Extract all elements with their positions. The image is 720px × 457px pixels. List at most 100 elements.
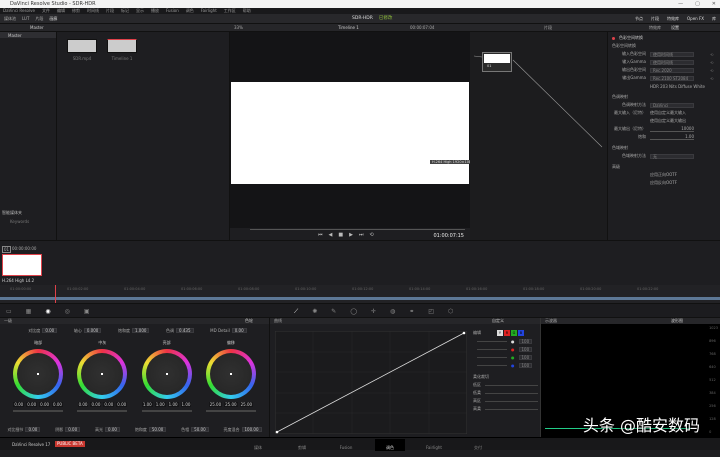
soft-clip-slider[interactable] (485, 400, 538, 402)
wheel-value[interactable]: 0.00 (77, 402, 89, 407)
wheel-value[interactable]: 25.00 (239, 402, 254, 407)
clips-button[interactable]: 片段 (35, 16, 43, 22)
wheel-value[interactable]: 25.00 (224, 402, 238, 407)
channel-y-button[interactable]: Y (497, 330, 503, 336)
gamut-mapping-select[interactable]: 无 (650, 153, 694, 159)
wheel-value[interactable]: 0.00 (13, 402, 25, 407)
control-value[interactable]: 0.00 (105, 427, 120, 432)
intensity-value[interactable]: 100 (518, 362, 533, 368)
enable-dot-icon[interactable] (612, 36, 615, 40)
curve-graph[interactable] (275, 331, 467, 434)
open-fx-button[interactable]: Open FX (687, 16, 704, 22)
page-tab[interactable]: 调色 (375, 439, 405, 451)
color-wheels-icon[interactable]: ◉ (45, 308, 50, 315)
wheel-value[interactable]: 0.00 (26, 402, 38, 407)
wheel-value[interactable]: 0.00 (52, 402, 63, 407)
soft-clip-slider[interactable] (485, 408, 538, 410)
window-icon[interactable]: ◯ (350, 308, 357, 316)
color-wheel[interactable] (141, 349, 192, 399)
sizing-icon[interactable]: ◰ (428, 308, 434, 316)
scope-mode-select[interactable]: 波形图 (671, 318, 683, 324)
intensity-value[interactable]: 100 (518, 346, 533, 352)
minimize-button[interactable]: — (678, 0, 683, 8)
blur-icon[interactable]: ◍ (390, 308, 395, 316)
camera-raw-icon[interactable]: ▭ (6, 308, 12, 315)
clip-button[interactable]: 片段 (651, 16, 659, 22)
page-tab[interactable]: Fusion (331, 439, 361, 451)
control-value[interactable]: 0.000 (83, 328, 102, 333)
curves-mode-select[interactable]: 自定义 (492, 318, 504, 324)
wheel-value[interactable]: 0.00 (90, 402, 102, 407)
loop-icon[interactable]: ⟲ (369, 232, 373, 238)
mini-timeline[interactable]: 01:00:00:00 01:00:02:00 01:00:04:00 01:00:0… (0, 285, 720, 303)
setting-value[interactable]: 使用自定义最大输出 (650, 118, 694, 124)
intensity-value[interactable]: 100 (518, 354, 533, 360)
wheel-value[interactable]: 0.00 (116, 402, 128, 407)
timeline-clip[interactable]: Timeline 1 (107, 39, 137, 61)
reset-icon[interactable]: ⟲ (710, 68, 713, 73)
bin-master[interactable]: Master (0, 32, 56, 38)
channel-r-button[interactable]: R (504, 330, 510, 336)
control-value[interactable]: 50.00 (191, 427, 209, 432)
color-wheel[interactable] (205, 349, 256, 399)
color-node[interactable]: 01 (482, 52, 512, 72)
setting-value[interactable]: 1.00 (650, 134, 694, 140)
node-mode[interactable]: 片段 (544, 24, 552, 32)
page-tab[interactable]: 交付 (463, 439, 493, 451)
page-tab[interactable]: Fairlight (419, 439, 449, 451)
motion-effects-icon[interactable]: ▣ (84, 308, 90, 315)
reset-icon[interactable]: ⟲ (710, 76, 713, 81)
reset-icon[interactable]: ⟲ (710, 52, 713, 57)
page-tab[interactable]: 媒体 (243, 439, 273, 451)
wheel-value[interactable]: 1.00 (167, 402, 179, 407)
qualifier-icon[interactable]: ✎ (331, 308, 336, 316)
color-wheel[interactable] (13, 349, 64, 399)
color-match-icon[interactable]: ▦ (26, 308, 32, 315)
stop-icon[interactable]: ■ (338, 232, 343, 238)
control-value[interactable]: 0.00 (65, 427, 81, 432)
wheel-value[interactable]: 25.00 (208, 402, 223, 407)
channel-g-button[interactable]: G (511, 330, 517, 336)
reset-icon[interactable]: ⟲ (710, 60, 713, 65)
lut-button[interactable]: LUT (22, 16, 29, 22)
channel-b-button[interactable]: B (518, 330, 524, 336)
playhead[interactable] (55, 285, 56, 303)
scrubber[interactable] (250, 229, 465, 230)
wheel-value[interactable]: 0.00 (39, 402, 51, 407)
wheel-value[interactable]: 1.00 (180, 402, 192, 407)
master-wheel-slider[interactable] (13, 410, 64, 412)
wheel-value[interactable]: 1.00 (141, 402, 153, 407)
media-pool-button[interactable]: 媒体池 (4, 16, 16, 22)
play-icon[interactable]: ▶ (349, 232, 353, 238)
master-wheel-slider[interactable] (77, 410, 128, 412)
clip-thumbnail[interactable] (2, 254, 42, 276)
soft-clip-slider[interactable] (485, 392, 538, 394)
timeline-name[interactable]: Timeline 1 (338, 24, 359, 32)
intensity-value[interactable]: 100 (518, 338, 533, 344)
setting-select[interactable]: 使用时间线 (650, 59, 694, 65)
key-icon[interactable]: ⚭ (409, 308, 414, 316)
page-tab[interactable]: 剪辑 (287, 439, 317, 451)
forward-ootf-checkbox[interactable]: 应用正向OOTF (650, 172, 677, 178)
control-value[interactable]: 50.00 (148, 427, 167, 432)
media-clip[interactable]: SDR.mp4 (67, 39, 97, 61)
timeline-track[interactable] (0, 297, 720, 300)
library-button[interactable]: 库 (712, 16, 716, 22)
3d-icon[interactable]: ⬡ (448, 308, 453, 316)
control-value[interactable]: 1.000 (131, 328, 150, 333)
control-value[interactable]: 0.00 (25, 427, 41, 432)
zoom-level[interactable]: 33% (234, 25, 243, 30)
soft-clip-slider[interactable] (485, 384, 538, 386)
inverse-ootf-checkbox[interactable]: 应用反向OOTF (650, 180, 677, 186)
control-value[interactable]: 0.00 (42, 328, 58, 333)
setting-select[interactable]: Rec.2100 ST2084 (650, 75, 694, 81)
setting-select[interactable]: Rec.2020 (650, 67, 694, 73)
tab-effects-library[interactable]: 特效库 (649, 24, 661, 32)
warper-icon[interactable]: ✺ (312, 308, 317, 316)
close-button[interactable]: ✕ (712, 0, 716, 8)
intensity-slider[interactable] (477, 348, 507, 350)
intensity-slider[interactable] (477, 356, 507, 358)
last-frame-icon[interactable]: ⏭ (359, 232, 364, 238)
setting-value[interactable]: 10000 (650, 126, 694, 132)
master-wheel-slider[interactable] (205, 410, 256, 412)
